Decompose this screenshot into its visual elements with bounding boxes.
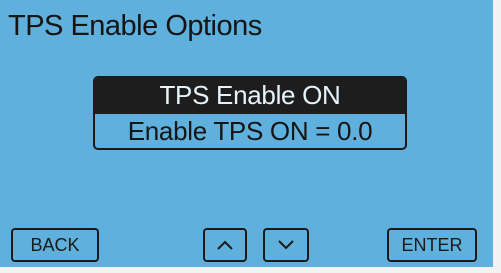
up-button[interactable]	[203, 228, 247, 262]
option-selected[interactable]: TPS Enable ON	[95, 78, 405, 113]
display-screen: TPS Enable Options TPS Enable ON Enable …	[0, 0, 501, 273]
down-button[interactable]	[263, 228, 309, 262]
option-list: TPS Enable ON Enable TPS ON = 0.0	[93, 76, 407, 150]
enter-button[interactable]: ENTER	[387, 228, 477, 262]
back-button[interactable]: BACK	[11, 228, 99, 262]
option-item[interactable]: Enable TPS ON = 0.0	[95, 113, 405, 148]
back-button-label: BACK	[30, 234, 80, 255]
chevron-down-icon	[277, 239, 295, 251]
page-title: TPS Enable Options	[8, 10, 262, 42]
chevron-up-icon	[216, 239, 234, 251]
enter-button-label: ENTER	[401, 234, 463, 255]
